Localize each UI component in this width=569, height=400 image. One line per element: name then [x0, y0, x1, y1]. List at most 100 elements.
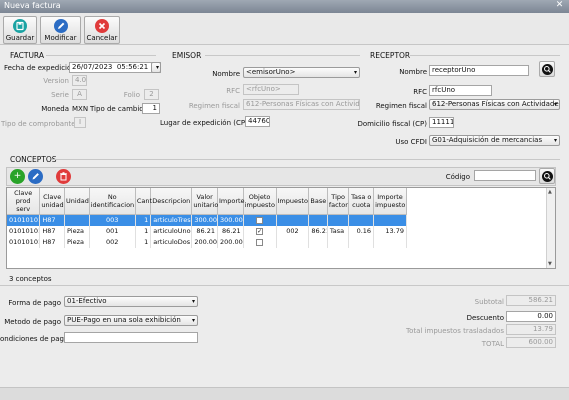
forma-pago-select[interactable]: 01-Efectivo ▾	[64, 296, 198, 307]
table-cell: 1	[135, 214, 152, 226]
cancel-label: Cancelar	[86, 34, 118, 42]
emisor-title: EMISOR	[172, 51, 202, 60]
table-cell: 300.00	[217, 214, 244, 226]
edit-button[interactable]: Modificar	[40, 16, 81, 44]
calendar-dropdown[interactable]: ▾	[151, 62, 161, 73]
table-cell: 200.00	[191, 236, 218, 248]
table-cell	[373, 214, 407, 226]
receptor-nombre-label: Nombre	[399, 68, 427, 76]
column-header[interactable]: Unidad	[64, 188, 90, 215]
tipo-cambio-field[interactable]: 1	[142, 103, 160, 114]
table-header-row: Clave prod serv Clave unidad Unidad No iden…	[7, 188, 407, 215]
emisor-nombre-select[interactable]: <emisorUno> ▾	[243, 67, 360, 78]
metodo-pago-value: PUE-Pago en una sola exhibición	[67, 316, 181, 324]
table-row[interactable]: 01010101 H87 Pieza 001 1 articuloUno 86.21 86.2…	[7, 225, 407, 237]
descuento-field[interactable]: 0.00	[506, 311, 556, 322]
scroll-down-icon[interactable]: ▼	[548, 261, 554, 267]
column-header[interactable]: Importe	[217, 188, 245, 215]
folio-field: 2	[144, 89, 159, 100]
column-header[interactable]: Valor unitario	[191, 188, 218, 215]
column-header[interactable]: Clave prod serv	[7, 188, 41, 215]
table-cell	[327, 214, 350, 226]
table-cell: 86.21	[217, 225, 244, 237]
table-cell	[348, 236, 375, 248]
subtotal-label: Subtotal	[474, 298, 504, 306]
receptor-search-button[interactable]	[539, 61, 555, 77]
bottom-bar	[0, 387, 569, 400]
column-header[interactable]: Descripcion	[150, 188, 193, 215]
column-header[interactable]: Tasa o cuota	[348, 188, 375, 215]
chevron-down-icon: ▾	[553, 101, 557, 108]
table-cell: H87	[39, 214, 65, 226]
receptor-nombre-field[interactable]: receptorUno	[429, 65, 529, 76]
emisor-rfc-label: RFC	[226, 87, 240, 95]
title-bar: Nueva factura ✕	[0, 0, 569, 13]
version-label: Version	[43, 77, 69, 85]
table-cell: H87	[39, 225, 65, 237]
column-header[interactable]: Objeto impuesto	[243, 188, 277, 215]
x-icon	[95, 19, 109, 33]
metodo-pago-select[interactable]: PUE-Pago en una sola exhibición ▾	[64, 315, 198, 326]
table-cell: H87	[39, 236, 65, 248]
column-header[interactable]: Base	[308, 188, 328, 215]
scroll-up-icon[interactable]: ▲	[548, 189, 554, 195]
fecha-field[interactable]: 26/07/2023 05:56:21 PM	[69, 62, 161, 73]
lugar-field[interactable]: 44760	[245, 116, 270, 127]
domicilio-label: Domicilio fiscal (CP)	[357, 120, 427, 128]
table-cell	[276, 236, 310, 248]
table-row[interactable]: 01010101 H87 003 1 articuloTres 300.00 300.00	[7, 214, 407, 226]
column-header[interactable]: Cant	[135, 188, 152, 215]
column-header[interactable]: Importe impuesto	[373, 188, 407, 215]
column-header[interactable]: Clave unidad	[39, 188, 65, 215]
save-label: Guardar	[5, 34, 35, 42]
objeto-impuesto-checkbox[interactable]: ✓	[256, 227, 264, 235]
conceptos-table[interactable]: Clave prod serv Clave unidad Unidad No iden…	[6, 187, 556, 269]
impuestos-field: 13.79	[506, 324, 556, 335]
factura-title: FACTURA	[10, 51, 44, 60]
domicilio-field[interactable]: 11111	[429, 117, 454, 128]
table-row[interactable]: 01010101 H87 Pieza 002 1 articuloDos 200.00 200…	[7, 236, 407, 248]
table-cell: 86.21	[308, 225, 328, 237]
codigo-search-button[interactable]	[539, 168, 555, 184]
moneda-value: MXN	[72, 105, 89, 113]
table-cell: Pieza	[64, 236, 90, 248]
close-icon[interactable]: ✕	[554, 0, 565, 11]
uso-cfdi-select[interactable]: G01-Adquisición de mercancias ▾	[429, 135, 560, 146]
delete-concepto-button[interactable]	[56, 169, 71, 184]
chevron-down-icon: ▾	[191, 317, 195, 324]
edit-label: Modificar	[44, 34, 77, 42]
lugar-label: Lugar de expedición (CP)	[160, 119, 248, 127]
objeto-impuesto-checkbox[interactable]	[256, 216, 264, 224]
pencil-icon	[53, 19, 68, 33]
conceptos-divider	[52, 159, 560, 160]
column-header[interactable]: No identificacion	[89, 188, 136, 215]
table-scrollbar[interactable]: ▲ ▼	[546, 188, 555, 268]
subtotal-field: 586.21	[506, 295, 556, 306]
column-header[interactable]: Impuesto	[276, 188, 310, 215]
condiciones-pago-field[interactable]	[64, 332, 198, 343]
column-header[interactable]: Tipo factor	[327, 188, 350, 215]
chevron-down-icon: ▾	[191, 298, 195, 305]
trash-icon	[56, 172, 71, 187]
receptor-regimen-select[interactable]: 612-Personas Físicas con Actividades En …	[429, 99, 560, 110]
receptor-rfc-field[interactable]: rfcUno	[429, 85, 492, 96]
impuestos-label: Total impuestos trasladados	[406, 327, 504, 335]
emisor-divider	[205, 55, 360, 56]
receptor-regimen-value: 612-Personas Físicas con Actividades En	[432, 100, 560, 108]
chevron-down-icon: ▾	[155, 64, 159, 71]
cancel-button[interactable]: Cancelar	[84, 16, 120, 44]
edit-concepto-button[interactable]	[28, 169, 43, 184]
table-cell: 200.00	[217, 236, 244, 248]
save-button[interactable]: Guardar	[3, 16, 37, 44]
table-cell: 13.79	[373, 225, 407, 237]
metodo-pago-label: Metodo de pago	[4, 318, 61, 326]
receptor-regimen-label: Regimen fiscal	[375, 102, 427, 110]
plus-icon: +	[13, 171, 22, 181]
add-concepto-button[interactable]: +	[10, 169, 25, 184]
codigo-field[interactable]	[474, 170, 536, 181]
table-cell	[243, 214, 277, 226]
emisor-rfc-field: <rfcUno>	[243, 84, 299, 95]
chevron-down-icon: ▾	[553, 137, 557, 144]
objeto-impuesto-checkbox[interactable]	[256, 238, 264, 246]
table-cell: articuloDos	[150, 236, 193, 248]
